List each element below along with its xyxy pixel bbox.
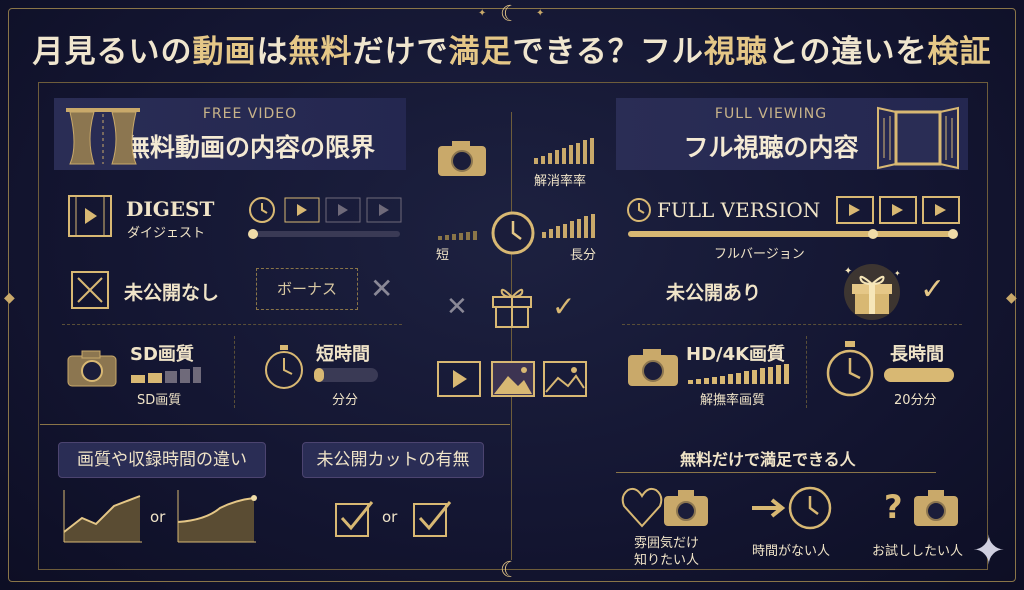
satisfied-heading: 無料だけで満足できる人 xyxy=(680,450,856,469)
camera-icon xyxy=(628,349,678,386)
center-short-label: 短 xyxy=(436,248,450,263)
film-strip-icon xyxy=(284,197,402,223)
chart-curve-icon xyxy=(177,490,257,543)
unreleased-yes-label: 未公開あり xyxy=(666,282,762,304)
cross-icon: ✕ xyxy=(446,292,468,322)
play-icon xyxy=(437,361,481,397)
moon-icon: ☾ xyxy=(500,558,520,583)
digest-progress-dot xyxy=(248,229,258,239)
or-text-1: or xyxy=(150,508,166,526)
page-title: 月見るいの動画は無料だけで満足できる？フル視聴との違いを検証 xyxy=(32,34,992,70)
center-divider xyxy=(511,112,512,560)
check-icon: ✓ xyxy=(920,272,946,307)
clock-icon xyxy=(627,198,651,222)
sd-caption: SD画質 xyxy=(137,393,182,408)
full-version-label: FULL VERSION xyxy=(657,198,821,222)
small-bars-icon xyxy=(438,231,477,240)
gift-icon: ✦ ✦ xyxy=(844,264,901,320)
person3-label: お試ししたい人 xyxy=(872,544,964,559)
timer-icon xyxy=(265,345,303,389)
left-bottom-divider xyxy=(40,424,510,425)
center-long-label: 長分 xyxy=(570,248,597,263)
full-progress-dot xyxy=(948,229,958,239)
long-caption: 20分分 xyxy=(894,393,937,408)
left-divider xyxy=(62,324,402,325)
window-icon xyxy=(877,106,959,170)
right-vertical-divider xyxy=(806,336,807,408)
clock-icon xyxy=(249,197,275,223)
long-progress-fill xyxy=(884,368,954,382)
star-icon: ✦ xyxy=(478,8,487,19)
star-icon: ✦ xyxy=(536,8,545,19)
full-version-kana: フルバージョン xyxy=(714,247,805,262)
bonus-box: ボーナス xyxy=(256,268,358,310)
svg-text:✦: ✦ xyxy=(894,269,901,278)
signal-bars-icon xyxy=(688,364,789,384)
digest-kana: ダイジェスト xyxy=(127,226,206,241)
cross-icon: ✕ xyxy=(370,272,394,305)
pill-unreleased: 未公開カットの有無 xyxy=(302,442,484,478)
check-box-icon xyxy=(335,501,374,537)
person2-label: 時間がない人 xyxy=(752,544,831,559)
sparkle-icon: ✦ xyxy=(972,528,1006,574)
arrow-clock-icon xyxy=(752,486,832,530)
film-icon xyxy=(68,195,112,237)
diamond-icon: ◆ xyxy=(4,290,15,306)
heart-camera-icon xyxy=(621,487,708,528)
check-box-icon xyxy=(413,501,452,537)
long-bars-icon xyxy=(542,214,595,238)
signal-bars-icon xyxy=(131,367,201,383)
pill-quality: 画質や収録時間の違い xyxy=(58,442,266,478)
short-title: 短時間 xyxy=(316,344,370,365)
camera-icon xyxy=(438,141,486,176)
right-divider xyxy=(622,324,962,325)
moon-icon: ☾ xyxy=(500,2,520,27)
question-camera-icon: ? xyxy=(884,488,958,526)
short-caption: 分分 xyxy=(332,393,359,408)
timer-icon xyxy=(826,341,874,397)
camera-icon xyxy=(67,350,117,387)
svg-text:?: ? xyxy=(884,488,903,526)
full-progress-dot xyxy=(868,229,878,239)
curtain-icon xyxy=(66,108,140,165)
gift-icon xyxy=(492,288,532,328)
hd-caption: 解撫率画質 xyxy=(700,393,766,408)
clock-icon xyxy=(491,211,535,255)
check-icon: ✓ xyxy=(552,290,576,323)
chart-rise-icon xyxy=(63,490,142,543)
box-x-icon xyxy=(71,271,109,309)
diamond-icon: ◆ xyxy=(1006,290,1017,306)
hd-title: HD/4K画質 xyxy=(686,344,786,365)
sd-title: SD画質 xyxy=(130,344,194,365)
digest-progress-track xyxy=(250,231,400,237)
digest-label: DIGEST xyxy=(126,197,215,221)
or-text-2: or xyxy=(382,508,398,526)
film-strip-icon xyxy=(836,196,960,224)
left-vertical-divider xyxy=(234,336,235,408)
short-progress-fill xyxy=(314,368,324,382)
svg-text:✦: ✦ xyxy=(844,266,852,277)
full-progress-fill xyxy=(628,231,956,237)
image-icon xyxy=(491,361,535,397)
person1-line2: 知りたい人 xyxy=(634,553,700,568)
long-title: 長時間 xyxy=(890,344,944,365)
signal-bars-icon xyxy=(534,138,594,164)
center-resolution-label: 解消率率 xyxy=(534,174,587,189)
short-progress-track xyxy=(314,368,378,382)
unreleased-none-label: 未公開なし xyxy=(124,282,220,304)
image-icon xyxy=(543,361,587,397)
satisfied-divider xyxy=(616,472,936,473)
